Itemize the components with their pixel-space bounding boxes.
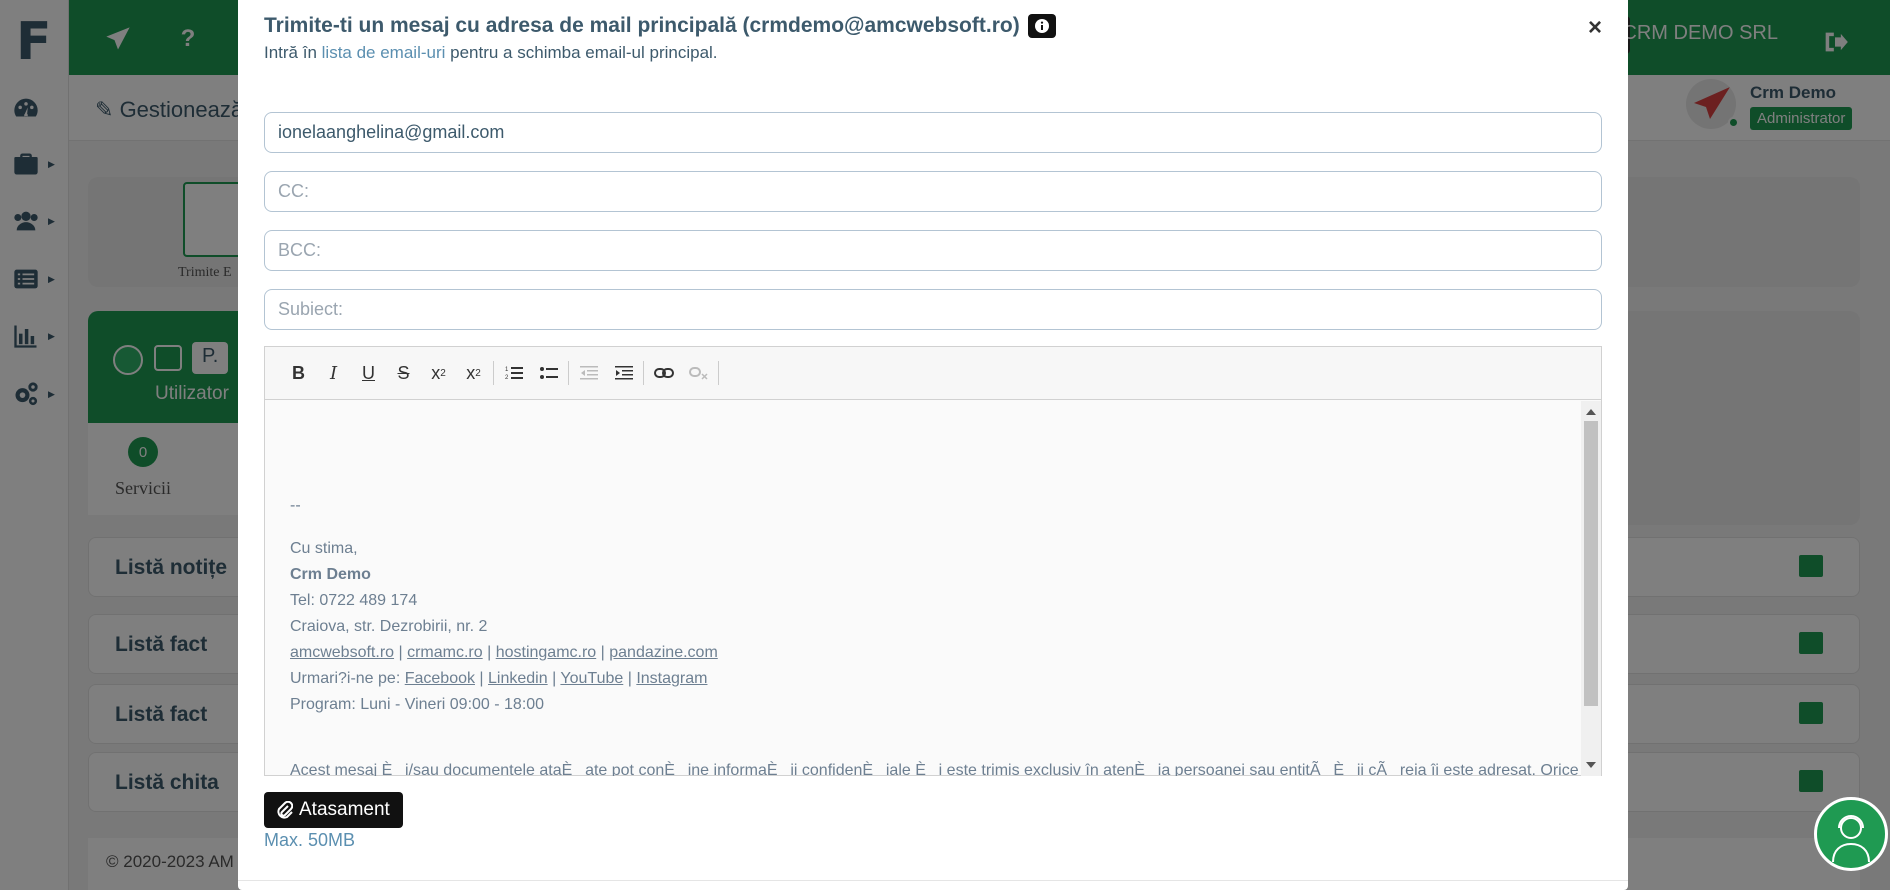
modal-title: Trimite-ti un mesaj cu adresa de mail pr… (264, 14, 1056, 38)
paperclip-icon (277, 801, 293, 819)
editor-content[interactable]: -- Cu stima, Crm Demo Tel: 0722 489 174 … (265, 401, 1583, 776)
site-link[interactable]: hostingamc.ro (496, 644, 597, 661)
link-icon[interactable] (646, 356, 681, 391)
close-button[interactable]: × (1588, 14, 1602, 42)
signature-name: Crm Demo (290, 566, 371, 583)
modal-divider (238, 880, 1628, 881)
support-agent-icon (1832, 815, 1870, 863)
email-list-link[interactable]: lista de email-uri (322, 43, 446, 62)
signature-disclaimer: Acest mesaj Èi/sau documentele ataÈate… (290, 762, 1579, 776)
signature-separator: -- (290, 497, 301, 514)
italic-icon[interactable]: I (316, 356, 351, 391)
toolbar-separator (493, 361, 494, 385)
facebook-link[interactable]: Facebook (405, 670, 475, 687)
bold-icon[interactable]: B (281, 356, 316, 391)
strikethrough-icon[interactable]: S (386, 356, 421, 391)
site-link[interactable]: crmamc.ro (407, 644, 483, 661)
scroll-up-icon[interactable] (1586, 409, 1596, 415)
youtube-link[interactable]: YouTube (560, 670, 623, 687)
scroll-thumb[interactable] (1584, 421, 1598, 706)
subscript-icon[interactable]: x2 (421, 356, 456, 391)
signature-sites: amcwebsoft.ro | crmamc.ro | hostingamc.r… (290, 644, 718, 661)
svg-text:1: 1 (505, 367, 509, 373)
svg-text:2: 2 (505, 375, 509, 381)
editor-scrollbar[interactable] (1581, 401, 1601, 776)
support-chat-button[interactable] (1814, 797, 1888, 871)
superscript-icon[interactable]: x2 (456, 356, 491, 391)
toolbar-separator (568, 361, 569, 385)
indent-icon[interactable] (606, 356, 641, 391)
attachment-button[interactable]: Atasament (264, 792, 403, 828)
site-link[interactable]: pandazine.com (609, 644, 718, 661)
signature-address: Craiova, str. Dezrobirii, nr. 2 (290, 618, 488, 635)
toolbar-separator (643, 361, 644, 385)
max-size-note: Max. 50MB (264, 830, 356, 850)
instagram-link[interactable]: Instagram (636, 670, 707, 687)
unlink-icon[interactable] (681, 356, 716, 391)
signature-phone: Tel: 0722 489 174 (290, 592, 418, 609)
site-link[interactable]: amcwebsoft.ro (290, 644, 394, 661)
signature-socials: Urmari?i-ne pe: Facebook | Linkedin | Yo… (290, 670, 708, 687)
bcc-input[interactable] (264, 230, 1602, 271)
editor-toolbar: B I U S x2 x2 12 (265, 347, 1601, 400)
to-email-input[interactable] (264, 112, 1602, 153)
info-icon[interactable] (1027, 14, 1056, 38)
send-email-modal: Trimite-ti un mesaj cu adresa de mail pr… (238, 0, 1628, 890)
outdent-icon[interactable] (571, 356, 606, 391)
toolbar-separator (718, 361, 719, 385)
subject-input[interactable] (264, 289, 1602, 330)
cc-input[interactable] (264, 171, 1602, 212)
rich-text-editor: B I U S x2 x2 12 -- Cu stima, Crm Demo T… (264, 346, 1602, 776)
signature-greeting: Cu stima, (290, 540, 358, 557)
modal-subtitle: Intră în lista de email-uri pentru a sch… (264, 43, 718, 62)
underline-icon[interactable]: U (351, 356, 386, 391)
linkedin-link[interactable]: Linkedin (488, 670, 548, 687)
ordered-list-icon[interactable]: 12 (496, 356, 531, 391)
unordered-list-icon[interactable] (531, 356, 566, 391)
signature-program: Program: Luni - Vineri 09:00 - 18:00 (290, 696, 545, 713)
scroll-down-icon[interactable] (1586, 762, 1596, 768)
